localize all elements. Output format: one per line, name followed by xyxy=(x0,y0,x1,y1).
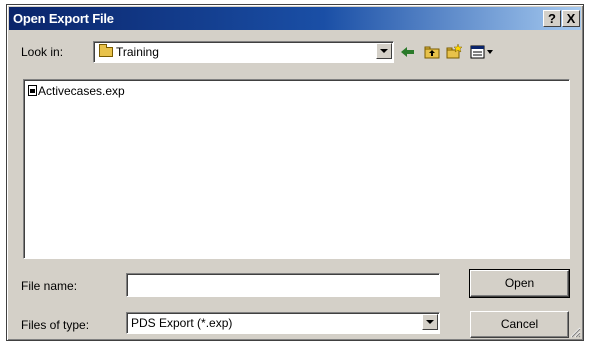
title-bar[interactable]: Open Export File ? X xyxy=(9,7,581,30)
file-name-text: Activecases.exp xyxy=(38,84,125,98)
look-in-dropdown-arrow[interactable] xyxy=(376,43,392,59)
new-folder-icon[interactable] xyxy=(445,43,463,61)
view-menu-icon[interactable] xyxy=(469,43,495,61)
file-name-input[interactable] xyxy=(126,273,440,297)
document-icon xyxy=(28,85,37,96)
files-of-type-value: PDS Export (*.exp) xyxy=(131,316,233,330)
cancel-button[interactable]: Cancel xyxy=(470,311,569,338)
files-of-type-dropdown[interactable]: PDS Export (*.exp) xyxy=(126,312,440,334)
file-name-label: File name: xyxy=(21,279,78,293)
folder-icon xyxy=(99,44,113,57)
window-title: Open Export File xyxy=(13,11,114,26)
look-in-dropdown[interactable]: Training xyxy=(93,41,394,63)
files-of-type-dropdown-arrow[interactable] xyxy=(422,314,438,330)
look-in-label: Look in: xyxy=(21,45,64,59)
up-folder-icon[interactable] xyxy=(423,43,441,61)
open-export-file-dialog: Open Export File ? X Look in: Training A… xyxy=(6,4,584,341)
back-arrow-icon[interactable] xyxy=(399,43,417,61)
file-item[interactable]: Activecases.exp xyxy=(28,84,125,98)
close-button[interactable]: X xyxy=(562,10,580,27)
resize-grip-icon[interactable] xyxy=(569,326,581,338)
file-list[interactable]: Activecases.exp xyxy=(23,79,570,259)
help-button[interactable]: ? xyxy=(543,10,561,27)
open-button[interactable]: Open xyxy=(469,269,570,298)
files-of-type-label: Files of type: xyxy=(21,318,90,332)
look-in-value: Training xyxy=(116,45,159,59)
